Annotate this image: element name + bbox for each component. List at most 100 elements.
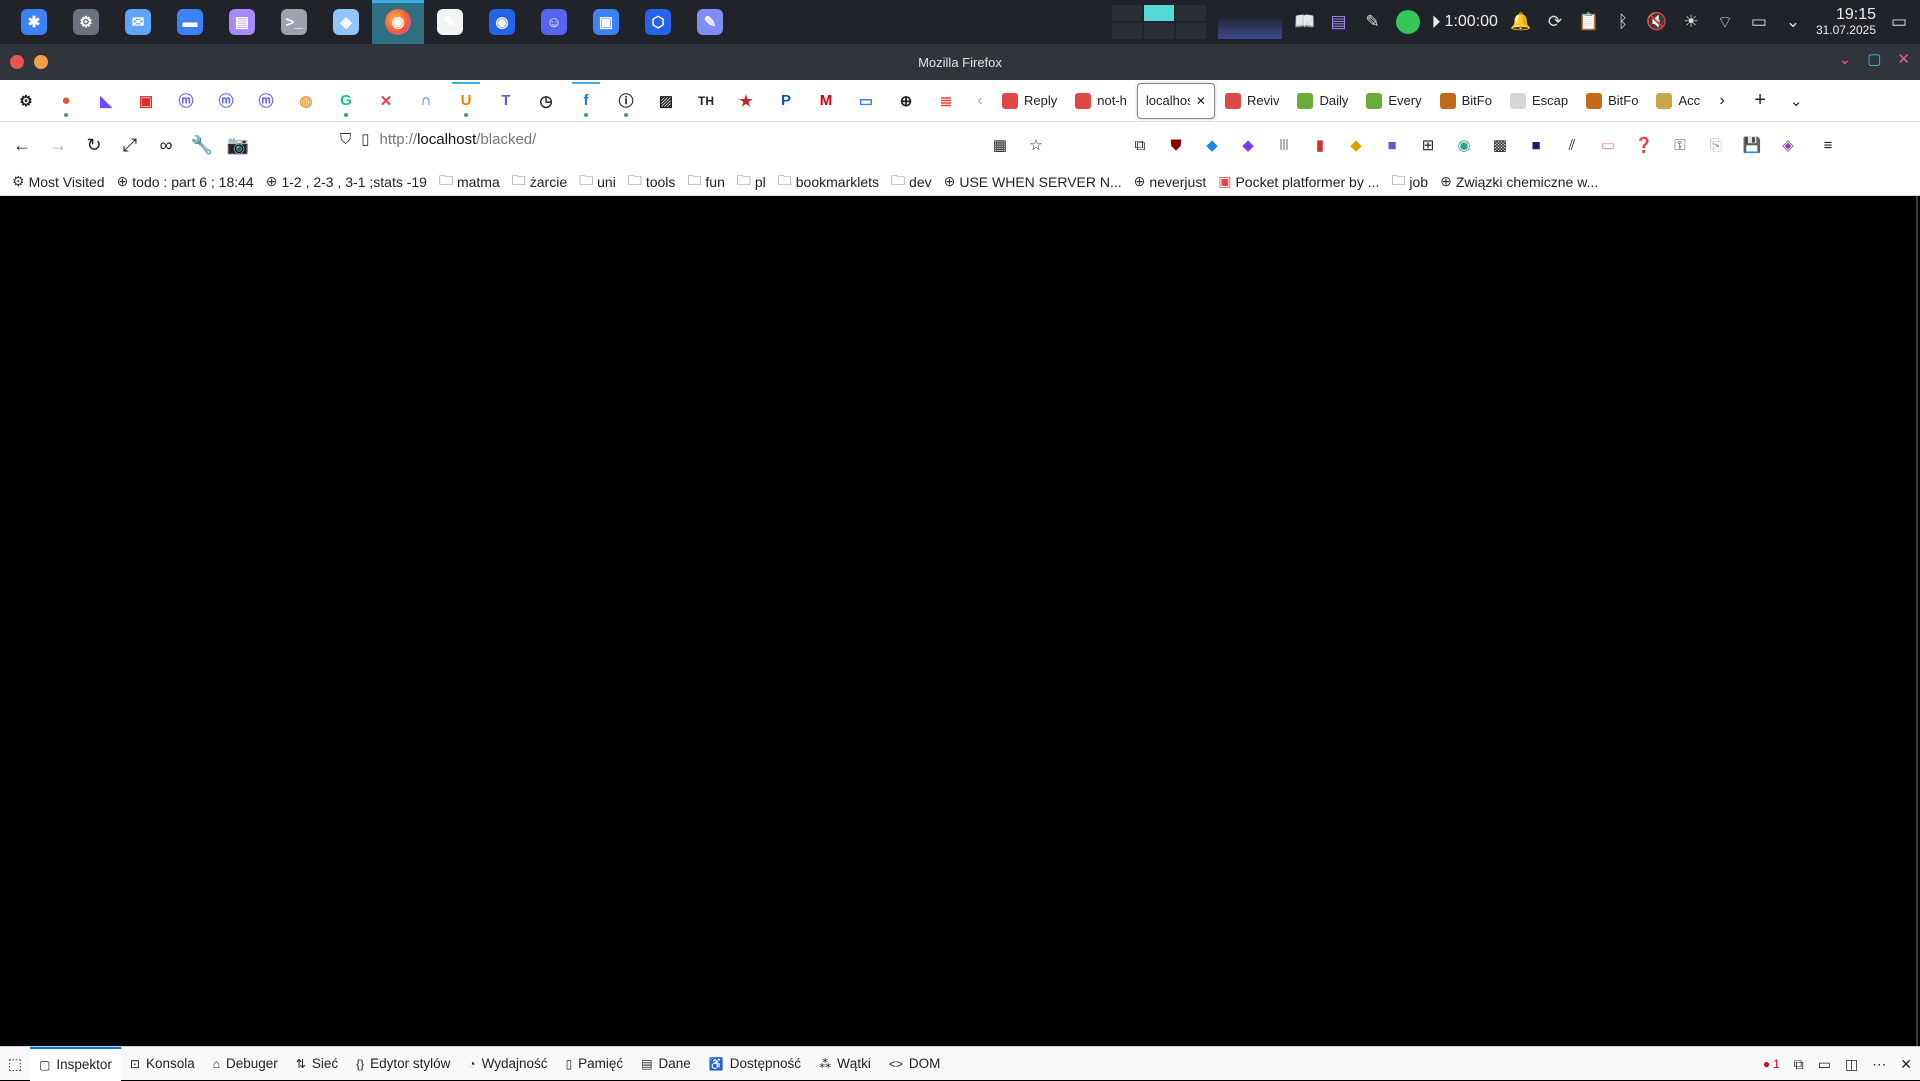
- circle-ext-icon[interactable]: ◉: [1446, 127, 1482, 163]
- fullscreen-icon[interactable]: ⤢: [112, 127, 148, 163]
- pinned-tab-mastodon[interactable]: ⓜ: [206, 82, 246, 120]
- tab[interactable]: Escap: [1502, 83, 1576, 119]
- bookmark-item[interactable]: 🗀 uni: [579, 170, 616, 194]
- devtools-tab-console[interactable]: ⊡ Konsola: [121, 1047, 204, 1081]
- badge-extension-icon[interactable]: ▮: [1302, 127, 1338, 163]
- devtools-tab-storage[interactable]: ▤ Dane: [632, 1047, 700, 1081]
- bookmark-item[interactable]: 🗀 bookmarklets: [778, 170, 879, 194]
- devtools-tab-style-editor[interactable]: {} Edytor stylów: [347, 1047, 459, 1081]
- close-devtools-icon[interactable]: ✕: [1900, 1056, 1912, 1073]
- taskbar-app-inkscape[interactable]: ✎: [424, 0, 476, 44]
- obsidian-icon[interactable]: ◆: [1230, 127, 1266, 163]
- firefox-window-icon[interactable]: [10, 55, 24, 69]
- pinned-tab-tv[interactable]: ▭: [846, 82, 886, 120]
- taskbar-app-discord[interactable]: ☺: [528, 0, 580, 44]
- tabs-scroll-left-icon[interactable]: ‹: [966, 92, 994, 110]
- pinned-tab-pdf[interactable]: ▣: [126, 82, 166, 120]
- pinned-tab-arc[interactable]: ∩: [406, 82, 446, 120]
- show-desktop-icon[interactable]: ▭: [1888, 12, 1910, 32]
- devtools-tab-performance[interactable]: ◔ Wydajność: [459, 1047, 556, 1081]
- taskbar-app-settings-gear[interactable]: ⚙: [60, 0, 112, 44]
- page-scrollbar[interactable]: [1916, 196, 1918, 1046]
- desktop-6[interactable]: [1175, 23, 1206, 39]
- pinned-tab-chrome[interactable]: ◍: [286, 82, 326, 120]
- book-icon[interactable]: 📖: [1294, 12, 1316, 32]
- color-bars-icon[interactable]: Ⅲ: [1266, 127, 1302, 163]
- bookmark-item[interactable]: 🗀 żarcie: [512, 170, 567, 194]
- help-circle-icon[interactable]: ❓: [1626, 127, 1662, 163]
- pinned-tab-duckduckgo[interactable]: ●: [46, 82, 86, 120]
- taskbar-app-terminal[interactable]: >_: [268, 0, 320, 44]
- tab[interactable]: Reply: [994, 83, 1065, 119]
- color-picker-icon[interactable]: ✎: [1362, 12, 1384, 32]
- qr-code-icon[interactable]: ▩: [1482, 127, 1518, 163]
- error-count-badge[interactable]: ● 1: [1763, 1057, 1780, 1071]
- devtools-tab-accessibility[interactable]: ♿ Dostępność: [700, 1047, 810, 1081]
- pinned-tab-pinterest[interactable]: P: [766, 82, 806, 120]
- notes-tray-icon[interactable]: ▤: [1328, 12, 1350, 32]
- system-monitor-graph[interactable]: [1217, 5, 1282, 39]
- tab[interactable]: Acc: [1648, 83, 1708, 119]
- url-text[interactable]: http://localhost/blacked/: [380, 131, 537, 148]
- clock[interactable]: 19:15 31.07.2025: [1816, 6, 1876, 36]
- pinned-tab-globe[interactable]: ⊕: [886, 82, 926, 120]
- bookmark-item[interactable]: 🗀 tools: [628, 170, 676, 194]
- devtools-more-icon[interactable]: ⋯: [1872, 1056, 1886, 1073]
- pinned-tab-settings[interactable]: ⚙: [6, 82, 46, 120]
- ublock-icon[interactable]: ⛊: [1158, 127, 1194, 163]
- translate-icon[interactable]: ◆: [1194, 127, 1230, 163]
- hamburger-menu-icon[interactable]: ≡: [1810, 127, 1846, 163]
- bookmark-item[interactable]: 🗀 job: [1391, 170, 1428, 194]
- volume-muted-icon[interactable]: 🔇: [1646, 12, 1668, 32]
- wifi-icon[interactable]: ⌔: [1714, 12, 1736, 33]
- slash-tool-icon[interactable]: ⫽: [1554, 127, 1590, 163]
- element-picker-icon[interactable]: ⬚: [0, 1047, 30, 1081]
- pinned-tab-image-edit[interactable]: ▨: [646, 82, 686, 120]
- tab-selected[interactable]: localhost ✕: [1136, 82, 1215, 119]
- desktop-5[interactable]: [1143, 23, 1174, 39]
- virtual-desktop-pager[interactable]: [1111, 5, 1206, 39]
- updates-icon[interactable]: ⟳: [1544, 12, 1566, 32]
- pinned-tab-grammarly[interactable]: G: [326, 82, 366, 120]
- window-titlebar[interactable]: Mozilla Firefox ⌄ ▢ ✕: [0, 44, 1920, 80]
- desktop-4[interactable]: [1111, 23, 1142, 39]
- taskbar-app-vpn[interactable]: ◈: [320, 0, 372, 44]
- devtools-tab-inspector[interactable]: ▢ Inspektor: [30, 1046, 121, 1081]
- private-mask-icon[interactable]: ∞: [148, 127, 184, 163]
- timer[interactable]: ⏵ 1:00:00: [1432, 12, 1498, 33]
- bookmark-item[interactable]: ⊕ Związki chemiczne w...: [1440, 173, 1598, 190]
- devtools-tab-memory[interactable]: ▯ Pamięć: [557, 1047, 633, 1081]
- tab[interactable]: Daily: [1289, 83, 1356, 119]
- taskbar-app-text-editor[interactable]: ✎: [684, 0, 736, 44]
- bookmark-item[interactable]: 🗀 fun: [687, 170, 724, 194]
- devtools-tab-dom[interactable]: <> DOM: [880, 1047, 950, 1081]
- forward-arrow-icon[interactable]: →: [40, 127, 76, 163]
- bookmark-item[interactable]: ⊕ neverjust: [1134, 173, 1207, 190]
- pinned-tab-clock[interactable]: ◷: [526, 82, 566, 120]
- pinned-tab-info[interactable]: ⓘ: [606, 82, 646, 120]
- page-content-black[interactable]: [0, 196, 1920, 1046]
- status-indicator-green[interactable]: [1395, 10, 1420, 34]
- bookmark-item[interactable]: 🗀 pl: [737, 170, 766, 194]
- taskbar-app-notes-app[interactable]: ▤: [216, 0, 268, 44]
- pinned-tab-uwork[interactable]: U: [446, 81, 486, 120]
- puzzle-extensions-icon[interactable]: ⧉: [1122, 127, 1158, 163]
- devtools-tab-workers[interactable]: ⁂ Wątki: [810, 1047, 880, 1081]
- bookmark-item[interactable]: 🗀 dev: [891, 170, 932, 194]
- taskbar-app-thunderbird[interactable]: ◉: [476, 0, 528, 44]
- tabs-scroll-right-icon[interactable]: ›: [1708, 92, 1736, 110]
- pinned-tab-mastodon[interactable]: ⓜ: [246, 82, 286, 120]
- qr-grid-icon[interactable]: ▦: [982, 127, 1018, 163]
- purple-cube-icon[interactable]: ◈: [1770, 127, 1806, 163]
- devtools-tab-debugger[interactable]: ⌂ Debuger: [204, 1047, 287, 1081]
- bookmark-item[interactable]: ⊕ USE WHEN SERVER N...: [944, 173, 1122, 190]
- minimize-icon[interactable]: ⌄: [1839, 50, 1852, 68]
- pinned-tab-muted-app[interactable]: ✕: [366, 82, 406, 120]
- taskbar-app-app-launcher[interactable]: ✱: [8, 0, 60, 44]
- save-disk-icon[interactable]: 💾: [1734, 127, 1770, 163]
- desktop-2[interactable]: [1143, 5, 1174, 21]
- battery-icon[interactable]: ▭: [1748, 12, 1770, 32]
- teams-ext-icon[interactable]: ■: [1374, 127, 1410, 163]
- pinned-tab-mega[interactable]: M: [806, 82, 846, 120]
- tab[interactable]: not-h: [1067, 83, 1135, 119]
